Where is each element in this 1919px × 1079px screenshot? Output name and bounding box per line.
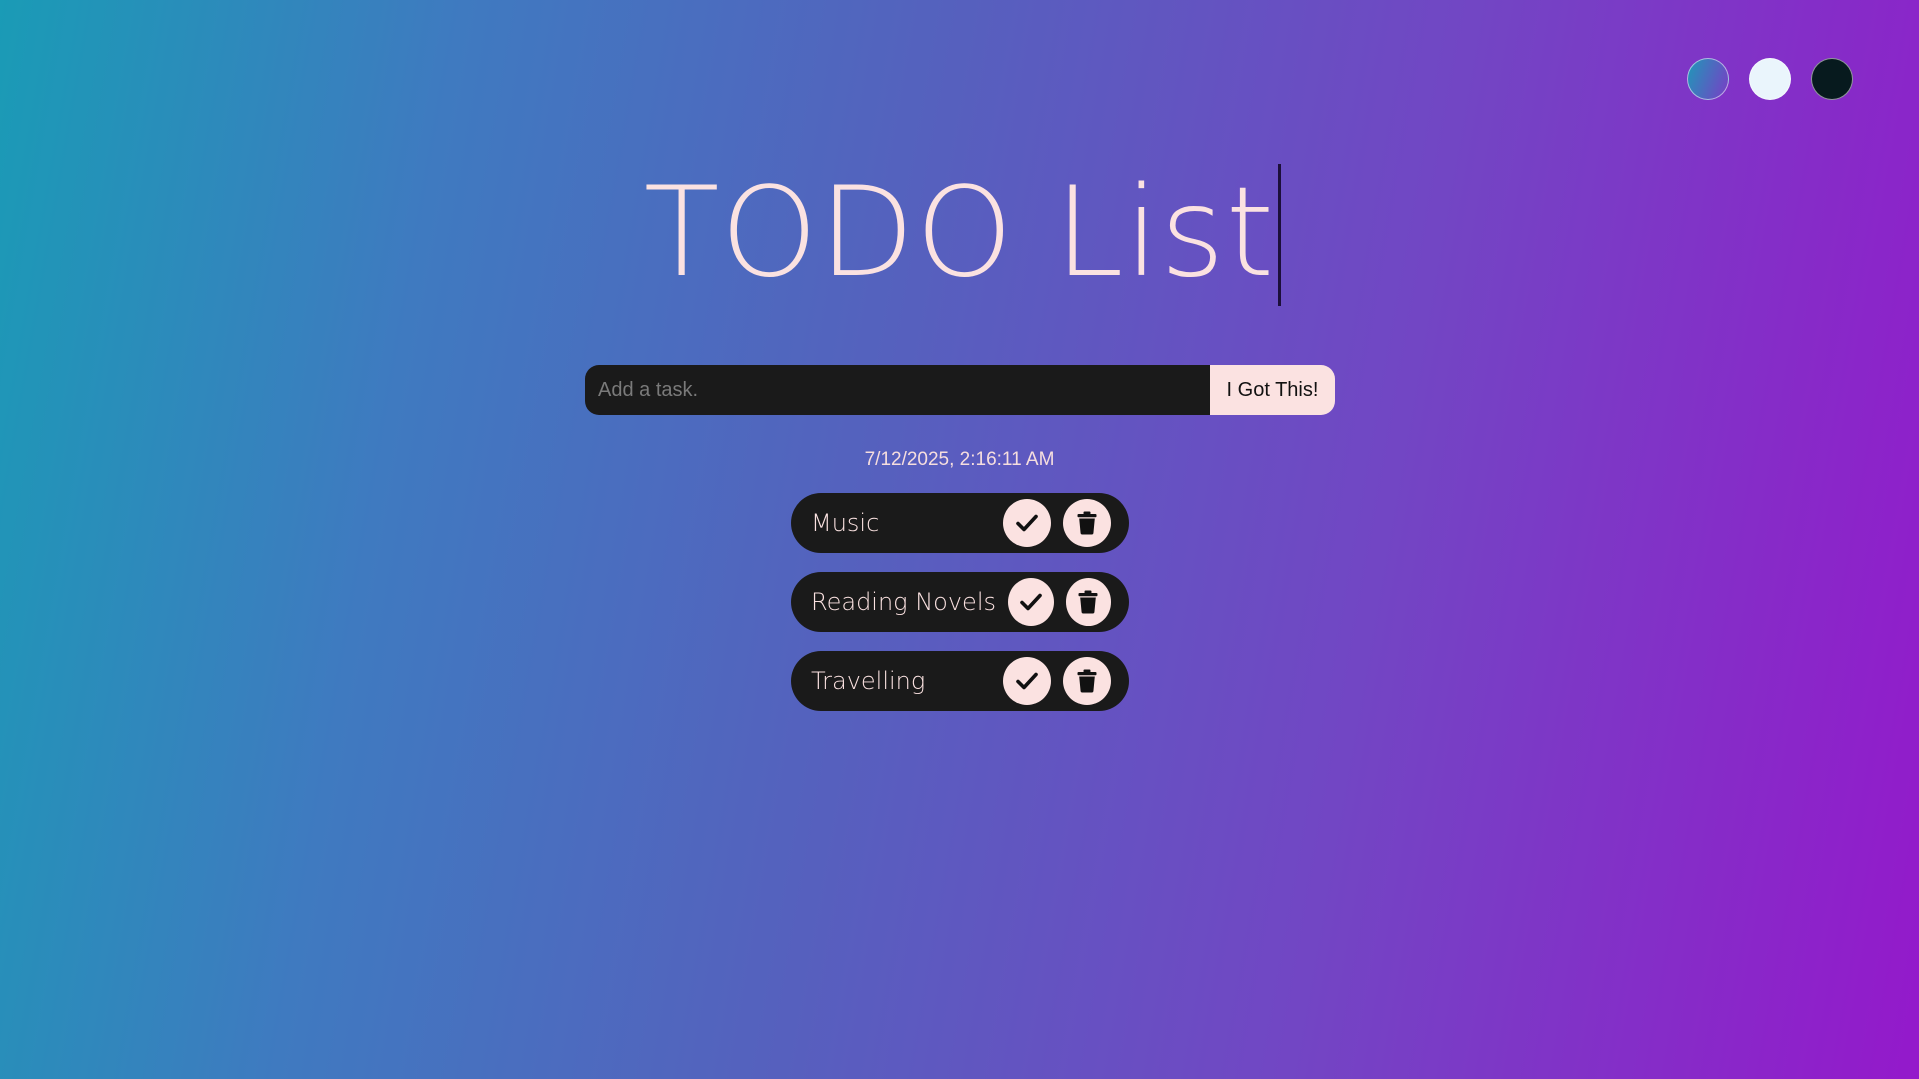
complete-button[interactable]	[1003, 657, 1051, 705]
add-task-button[interactable]: I Got This!	[1210, 365, 1335, 415]
check-icon	[1016, 514, 1038, 532]
todo-text: Reading Novels	[811, 588, 996, 616]
trash-icon	[1077, 669, 1097, 693]
trash-icon	[1078, 590, 1098, 614]
theme-switcher	[1687, 58, 1853, 100]
theme-darker-button[interactable]	[1811, 58, 1853, 100]
todo-text: Travelling	[811, 667, 926, 695]
text-caret	[1278, 164, 1282, 306]
add-task-form: I Got This!	[585, 365, 1335, 415]
delete-button[interactable]	[1063, 499, 1111, 547]
check-icon	[1016, 672, 1038, 690]
todo-text: Music	[811, 509, 880, 537]
datetime-display: 7/12/2025, 2:16:11 AM	[864, 449, 1055, 470]
theme-standard-button[interactable]	[1687, 58, 1729, 100]
page-title-text: TODO List	[643, 161, 1276, 305]
todo-item: Music	[791, 493, 1129, 553]
task-input[interactable]	[585, 365, 1210, 415]
header: TODO List	[0, 161, 1919, 306]
theme-light-button[interactable]	[1749, 58, 1791, 100]
trash-icon	[1077, 511, 1097, 535]
todo-item: Reading Novels	[791, 572, 1129, 632]
todo-item: Travelling	[791, 651, 1129, 711]
check-icon	[1019, 593, 1042, 611]
delete-button[interactable]	[1065, 578, 1111, 626]
todo-list: Music Reading Novels Travelling	[791, 493, 1129, 730]
complete-button[interactable]	[1008, 578, 1054, 626]
delete-button[interactable]	[1063, 657, 1111, 705]
page-title: TODO List	[643, 161, 1282, 306]
complete-button[interactable]	[1003, 499, 1051, 547]
